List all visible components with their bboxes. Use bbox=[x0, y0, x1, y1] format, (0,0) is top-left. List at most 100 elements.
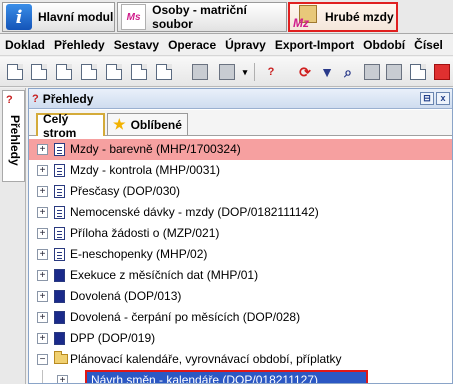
tree-row-label: DPP (DOP/019) bbox=[70, 331, 156, 345]
collapse-icon[interactable]: − bbox=[37, 354, 48, 365]
list-document-icon[interactable] bbox=[81, 64, 97, 80]
new-document-icon[interactable] bbox=[7, 64, 23, 80]
tree-row[interactable]: + Příloha žádosti o (MZP/021) bbox=[29, 223, 452, 244]
tree-row-label: Návrh směn - kalendáře (DOP/018211127) bbox=[91, 373, 319, 383]
open-document-icon[interactable] bbox=[156, 64, 172, 80]
side-tab-prehledy[interactable]: ? Přehledy bbox=[2, 90, 25, 182]
module-tab-hlavni[interactable]: i Hlavní modul bbox=[2, 2, 115, 32]
menu-cisel[interactable]: Čísel bbox=[409, 38, 447, 52]
tree-child-row[interactable]: + Návrh směn - kalendáře (DOP/018211127) bbox=[29, 370, 452, 383]
tab-cely-strom[interactable]: Celý strom bbox=[36, 112, 105, 140]
list-icon bbox=[54, 248, 65, 261]
solid-report-icon bbox=[54, 290, 65, 303]
star-icon: ★ bbox=[113, 116, 126, 132]
expand-icon[interactable]: + bbox=[37, 270, 48, 281]
list-icon bbox=[54, 206, 65, 219]
expand-icon[interactable]: + bbox=[37, 207, 48, 218]
pin-icon[interactable]: ⊟ bbox=[420, 92, 434, 105]
expand-icon[interactable]: + bbox=[37, 312, 48, 323]
menu-upravy[interactable]: Úpravy bbox=[220, 38, 270, 52]
module-bar: i Hlavní modul Ms Osoby - matriční soubo… bbox=[0, 0, 453, 34]
mz-module-icon: Mz bbox=[293, 4, 319, 30]
tree-row-label: Dovolená (DOP/013) bbox=[70, 289, 182, 303]
paste-icon[interactable] bbox=[364, 64, 380, 80]
tree-row-label: E-neschopenky (MHP/02) bbox=[70, 247, 208, 261]
module-tab-hrube[interactable]: Mz Hrubé mzdy bbox=[288, 2, 398, 32]
help-icon[interactable]: ? bbox=[263, 64, 279, 80]
panel-title: Přehledy bbox=[42, 91, 94, 106]
tree-row[interactable]: + Mzdy - barevně (MHP/1700324) bbox=[29, 139, 452, 160]
tree-row[interactable]: + DPP (DOP/019) bbox=[29, 328, 452, 349]
tree-row-label: Plánovací kalendáře, vyrovnávací období,… bbox=[70, 352, 342, 366]
tree-row[interactable]: + Mzdy - kontrola (MHP/0031) bbox=[29, 160, 452, 181]
tree-folder-row[interactable]: − Plánovací kalendáře, vyrovnávací obdob… bbox=[29, 349, 452, 370]
module-tab-label: Hlavní modul bbox=[38, 10, 114, 24]
tree-row[interactable]: + Dovolená - čerpání po měsících (DOP/02… bbox=[29, 307, 452, 328]
module-tab-label: Osoby - matriční soubor bbox=[152, 3, 247, 31]
find-icon[interactable]: ⌕ bbox=[340, 64, 356, 80]
expand-icon[interactable]: + bbox=[37, 249, 48, 260]
print-preview-icon[interactable] bbox=[219, 64, 235, 80]
menu-bar: Doklad Přehledy Sestavy Operace Úpravy E… bbox=[0, 35, 453, 56]
expand-icon[interactable]: + bbox=[37, 291, 48, 302]
prehledy-panel: ? Přehledy ⊟ x Celý strom ★ Oblíbené + M… bbox=[28, 88, 453, 384]
solid-report-icon bbox=[54, 332, 65, 345]
tree-row-label: Přesčasy (DOP/030) bbox=[70, 184, 181, 198]
list-icon bbox=[54, 227, 65, 240]
selected-tree-item[interactable]: Návrh směn - kalendáře (DOP/018211127) bbox=[85, 370, 368, 383]
menu-sestavy[interactable]: Sestavy bbox=[109, 38, 163, 52]
expand-icon[interactable]: + bbox=[37, 144, 48, 155]
module-tab-osoby[interactable]: Ms Osoby - matriční soubor bbox=[117, 2, 287, 32]
ms-module-icon: Ms bbox=[121, 4, 147, 30]
solid-report-icon bbox=[54, 311, 65, 324]
folder-open-icon bbox=[54, 351, 68, 364]
tree-row[interactable]: + E-neschopenky (MHP/02) bbox=[29, 244, 452, 265]
copy-document-icon[interactable] bbox=[31, 64, 47, 80]
copy-icon[interactable] bbox=[386, 64, 402, 80]
tree-row-label: Nemocenské dávky - mzdy (DOP/0182111142) bbox=[70, 205, 319, 219]
expand-icon[interactable]: + bbox=[37, 228, 48, 239]
tree-row-label: Mzdy - kontrola (MHP/0031) bbox=[70, 163, 221, 177]
delete-row-icon[interactable] bbox=[131, 64, 147, 80]
help-icon: ? bbox=[6, 94, 13, 106]
tree-row-label: Exekuce z měsíčních dat (MHP/01) bbox=[70, 268, 259, 282]
expand-icon[interactable]: + bbox=[37, 186, 48, 197]
add-row-icon[interactable] bbox=[106, 64, 122, 80]
tree-row-label: Mzdy - barevně (MHP/1700324) bbox=[70, 142, 241, 156]
tree-row[interactable]: + Exekuce z měsíčních dat (MHP/01) bbox=[29, 265, 452, 286]
menu-prehledy[interactable]: Přehledy bbox=[49, 38, 109, 52]
tree-line bbox=[42, 370, 43, 383]
tree-row[interactable]: + Přesčasy (DOP/030) bbox=[29, 181, 452, 202]
refresh-icon[interactable]: ⟳ bbox=[297, 64, 313, 80]
expand-icon[interactable]: + bbox=[57, 375, 68, 383]
close-icon[interactable]: x bbox=[436, 92, 450, 105]
edit-document-icon[interactable] bbox=[56, 64, 72, 80]
toolbar: ▾ ? ⟳ ▼ ⌕ bbox=[0, 57, 453, 87]
tree-row[interactable]: + Dovolená (DOP/013) bbox=[29, 286, 452, 307]
side-tab-label: Přehledy bbox=[8, 115, 22, 166]
tab-label: Oblíbené bbox=[130, 117, 182, 132]
menu-doklad[interactable]: Doklad bbox=[0, 38, 49, 52]
menu-export-import[interactable]: Export-Import bbox=[270, 38, 358, 52]
menu-operace[interactable]: Operace bbox=[163, 38, 220, 52]
document-icon[interactable] bbox=[410, 64, 426, 80]
expand-icon[interactable]: + bbox=[37, 165, 48, 176]
solid-report-icon bbox=[54, 269, 65, 282]
tree-view: + Mzdy - barevně (MHP/1700324) + Mzdy - … bbox=[29, 137, 452, 383]
toolbar-separator bbox=[254, 63, 255, 81]
tree-row[interactable]: + Nemocenské dávky - mzdy (DOP/018211114… bbox=[29, 202, 452, 223]
help-icon: ? bbox=[32, 92, 39, 105]
list-icon bbox=[54, 164, 65, 177]
stop-icon[interactable] bbox=[434, 64, 450, 80]
print-icon[interactable] bbox=[192, 64, 208, 80]
tab-oblibene[interactable]: ★ Oblíbené bbox=[107, 113, 188, 135]
menu-obdobi[interactable]: Období bbox=[358, 38, 409, 52]
module-tab-label: Hrubé mzdy bbox=[325, 10, 394, 24]
info-icon: i bbox=[6, 4, 32, 30]
tree-row-label: Příloha žádosti o (MZP/021) bbox=[70, 226, 220, 240]
tab-label: Celý strom bbox=[43, 111, 77, 140]
expand-icon[interactable]: + bbox=[37, 333, 48, 344]
dropdown-arrow-icon[interactable]: ▾ bbox=[240, 64, 250, 80]
panel-tabs: Celý strom ★ Oblíbené bbox=[29, 110, 452, 140]
filter-icon[interactable]: ▼ bbox=[319, 64, 335, 80]
